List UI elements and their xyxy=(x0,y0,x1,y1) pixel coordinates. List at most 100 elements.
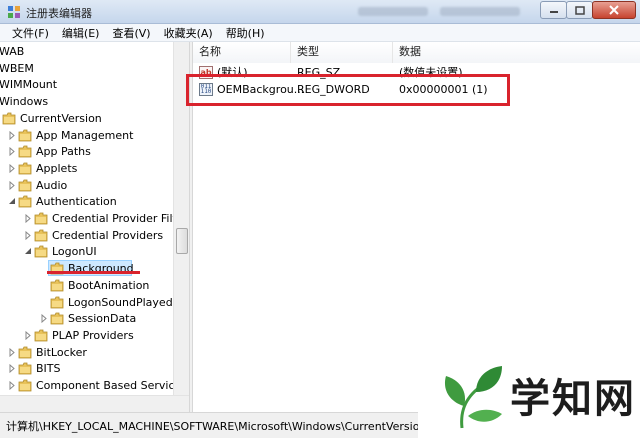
tree-item-label: CurrentVersion xyxy=(20,111,102,125)
tree-item-label: App Paths xyxy=(36,145,91,159)
tree-item-label: BitLocker xyxy=(36,345,87,359)
tree-item[interactable]: Applets xyxy=(0,160,173,177)
tree-item-label: BITS xyxy=(36,362,61,376)
tree-item-label: Windows xyxy=(0,95,49,109)
folder-icon xyxy=(18,179,32,191)
tree-item-label: Authentication xyxy=(36,195,117,209)
collapsed-arrow-icon[interactable] xyxy=(8,130,16,140)
tree-item[interactable]: Audio xyxy=(0,177,173,194)
folder-icon xyxy=(18,362,32,375)
folder-icon xyxy=(34,245,48,258)
red-underline-annotation xyxy=(47,271,140,274)
column-header-data[interactable]: 数据 xyxy=(393,42,640,63)
tree-item-label: Credential Providers xyxy=(52,228,164,242)
tree-item-label: LogonSoundPlayed xyxy=(68,295,173,309)
title-bar: 注册表编辑器 xyxy=(0,0,640,24)
folder-icon xyxy=(18,162,32,175)
tree-item-label: PLAP Providers xyxy=(52,328,134,342)
folder-icon xyxy=(50,312,64,325)
collapsed-arrow-icon[interactable] xyxy=(8,163,16,173)
tree-item-label: WIMMount xyxy=(0,78,58,92)
leaf-logo-icon xyxy=(444,366,502,429)
watermark: 学知网 xyxy=(418,352,640,438)
menu-help[interactable]: 帮助(H) xyxy=(220,25,272,41)
window-title: 注册表编辑器 xyxy=(26,7,92,20)
menu-favorites[interactable]: 收藏夹(A) xyxy=(158,25,220,41)
collapsed-arrow-icon[interactable] xyxy=(8,180,16,190)
blurred-title-region xyxy=(440,7,520,16)
tree-item[interactable]: Windows xyxy=(0,93,173,110)
tree-item[interactable]: Background xyxy=(0,260,173,277)
folder-icon xyxy=(34,212,48,225)
folder-icon xyxy=(18,346,32,358)
folder-icon xyxy=(50,296,64,308)
folder-icon xyxy=(18,379,32,392)
close-icon xyxy=(609,5,619,15)
folder-icon xyxy=(18,129,32,141)
tree-item[interactable]: WBEM xyxy=(0,60,173,77)
column-header-name[interactable]: 名称 xyxy=(193,42,291,63)
minimize-icon xyxy=(549,11,558,13)
tree-item[interactable]: Credential Providers xyxy=(0,227,173,244)
collapsed-arrow-icon[interactable] xyxy=(24,330,32,340)
folder-icon xyxy=(34,229,48,242)
tree-item-label: SessionData xyxy=(68,312,137,326)
watermark-text: 学知网 xyxy=(510,375,636,422)
collapsed-arrow-icon[interactable] xyxy=(8,347,16,357)
folder-icon xyxy=(34,329,48,342)
menu-bar: 文件(F) 编辑(E) 查看(V) 收藏夹(A) 帮助(H) xyxy=(0,24,640,42)
tree-item-label: WAB xyxy=(0,45,25,58)
tree-item-label: Credential Provider Filters xyxy=(52,212,189,225)
tree-item[interactable]: Authentication xyxy=(0,193,173,210)
blurred-title-region xyxy=(358,7,428,16)
tree-item[interactable]: BitLocker xyxy=(0,344,173,361)
collapsed-arrow-icon[interactable] xyxy=(24,214,32,223)
collapsed-arrow-icon[interactable] xyxy=(8,364,16,374)
tree-item-label: Component Based Servicing xyxy=(36,379,189,392)
registry-tree[interactable]: Component Based Servicing BITS BitLocker PL… xyxy=(0,42,189,412)
expanded-arrow-icon[interactable] xyxy=(8,197,16,206)
tree-item[interactable]: Component Based Servicing xyxy=(0,377,189,394)
tree-item-label: App Management xyxy=(36,128,134,142)
menu-view[interactable]: 查看(V) xyxy=(106,25,157,41)
tree-horizontal-scrollbar[interactable] xyxy=(0,395,189,412)
close-button[interactable] xyxy=(592,1,636,19)
red-highlight-annotation xyxy=(186,74,510,106)
tree-scroll-thumb[interactable] xyxy=(176,228,188,254)
tree-item-label: Applets xyxy=(36,161,78,175)
minimize-button[interactable] xyxy=(540,1,567,19)
tree-item-label: LogonUI xyxy=(52,245,97,259)
tree-item[interactable]: LogonUI xyxy=(0,243,173,260)
collapsed-arrow-icon[interactable] xyxy=(40,314,48,324)
tree-item-label: WBEM xyxy=(0,61,34,75)
regedit-icon xyxy=(8,6,20,18)
tree-item-label: Audio xyxy=(36,178,68,192)
folder-icon xyxy=(18,145,32,158)
collapsed-arrow-icon[interactable] xyxy=(8,381,16,390)
tree-item[interactable]: CurrentVersion xyxy=(0,110,173,127)
tree-item[interactable]: LogonSoundPlayed xyxy=(0,294,173,311)
registry-path: 计算机\HKEY_LOCAL_MACHINE\SOFTWARE\Microsof… xyxy=(6,420,463,433)
tree-item[interactable]: BootAnimation xyxy=(0,277,173,294)
maximize-button[interactable] xyxy=(566,1,593,19)
menu-edit[interactable]: 编辑(E) xyxy=(56,25,107,41)
maximize-icon xyxy=(574,5,585,15)
tree-item[interactable]: App Paths xyxy=(0,143,173,160)
tree-item[interactable]: WIMMount xyxy=(0,76,173,93)
tree-item-label: BootAnimation xyxy=(68,278,150,292)
tree-item[interactable]: PLAP Providers xyxy=(0,327,173,344)
tree-item[interactable]: App Management xyxy=(0,127,173,144)
tree-item[interactable]: BITS xyxy=(0,360,173,377)
collapsed-arrow-icon[interactable] xyxy=(24,230,32,240)
column-header-type[interactable]: 类型 xyxy=(291,42,393,63)
tree-item[interactable]: SessionData xyxy=(0,310,173,327)
expanded-arrow-icon[interactable] xyxy=(24,247,32,256)
folder-icon xyxy=(2,112,16,125)
tree-item-label: Background xyxy=(68,262,134,276)
collapsed-arrow-icon[interactable] xyxy=(8,147,16,157)
tree-item[interactable]: WAB xyxy=(0,43,173,60)
menu-file[interactable]: 文件(F) xyxy=(6,25,56,41)
folder-icon xyxy=(18,195,32,208)
tree-item[interactable]: Credential Provider Filters xyxy=(0,210,189,227)
folder-icon xyxy=(50,279,64,292)
